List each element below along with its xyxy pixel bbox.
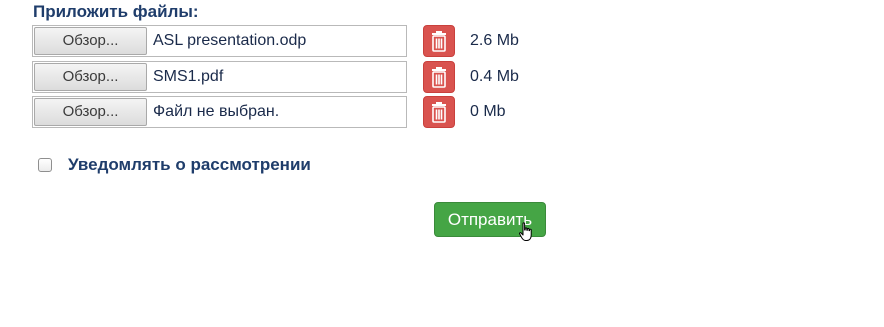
file-size: 0 Mb	[470, 103, 506, 120]
hand-pointer-icon	[519, 222, 532, 241]
file-input[interactable]: Обзор... SMS1.pdf	[32, 61, 407, 93]
file-row: Обзор... Файл не выбран. 0 Mb	[32, 96, 552, 130]
attach-files-title: Приложить файлы:	[33, 2, 199, 21]
browse-button[interactable]: Обзор...	[34, 98, 147, 126]
file-input[interactable]: Обзор... ASL presentation.odp	[32, 25, 407, 57]
file-row: Обзор... SMS1.pdf 0.4 Mb	[32, 61, 552, 95]
notify-label[interactable]: Уведомлять о рассмотрении	[68, 155, 311, 175]
browse-button[interactable]: Обзор...	[34, 27, 147, 55]
delete-file-button[interactable]	[423, 25, 455, 57]
notify-checkbox[interactable]	[38, 158, 52, 172]
trash-icon	[432, 31, 446, 52]
file-size: 2.6 Mb	[470, 32, 519, 49]
file-name: ASL presentation.odp	[153, 32, 307, 49]
trash-icon	[432, 102, 446, 123]
file-input[interactable]: Обзор... Файл не выбран.	[32, 96, 407, 128]
file-name: Файл не выбран.	[153, 103, 280, 120]
delete-file-button[interactable]	[423, 96, 455, 128]
file-row: Обзор... ASL presentation.odp 2.6 Mb	[32, 25, 552, 59]
delete-file-button[interactable]	[423, 61, 455, 93]
trash-icon	[432, 67, 446, 88]
file-name: SMS1.pdf	[153, 68, 224, 85]
file-size: 0.4 Mb	[470, 68, 519, 85]
notify-option: Уведомлять о рассмотрении	[38, 155, 311, 175]
browse-button[interactable]: Обзор...	[34, 63, 147, 91]
